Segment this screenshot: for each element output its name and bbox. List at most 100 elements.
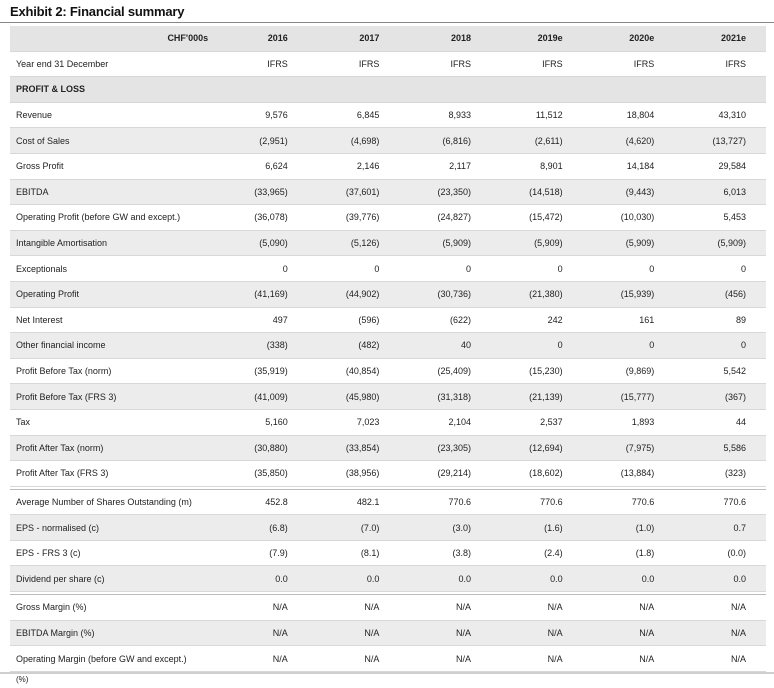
row-label: Dividend per share (c) bbox=[10, 565, 217, 593]
standard-cell: IFRS bbox=[399, 51, 492, 78]
value-cell: (40,854) bbox=[307, 358, 400, 385]
value-cell: (5,126) bbox=[307, 230, 400, 257]
value-cell: (5,909) bbox=[674, 230, 766, 257]
value-cell: (35,919) bbox=[216, 358, 308, 385]
value-cell: N/A bbox=[216, 645, 308, 672]
title-divider bbox=[0, 22, 774, 23]
value-cell: 0 bbox=[491, 255, 583, 282]
value-cell: 242 bbox=[491, 307, 583, 334]
row-label: Profit Before Tax (norm) bbox=[10, 358, 217, 385]
table-row: Average Number of Shares Outstanding (m)… bbox=[10, 489, 766, 516]
value-cell: 770.6 bbox=[582, 489, 675, 516]
value-cell: (41,009) bbox=[216, 383, 308, 410]
standard-cell: IFRS bbox=[674, 51, 766, 78]
value-cell: (2,951) bbox=[216, 127, 308, 154]
value-cell: 0.0 bbox=[491, 565, 583, 593]
value-cell: (9,443) bbox=[582, 179, 675, 206]
value-cell: 5,160 bbox=[216, 409, 308, 436]
standard-cell: IFRS bbox=[307, 51, 400, 78]
value-cell: N/A bbox=[399, 645, 492, 672]
value-cell: N/A bbox=[674, 594, 766, 621]
value-cell: (7.0) bbox=[307, 514, 400, 541]
value-cell: (0.0) bbox=[674, 540, 766, 567]
value-cell: 0 bbox=[307, 255, 400, 282]
table-row: Dividend per share (c) 0.0 0.0 0.0 0.0 0.0 0.0 bbox=[10, 565, 766, 593]
year-end-row: Year end 31 December IFRS IFRS IFRS IFRS… bbox=[10, 51, 766, 78]
value-cell: (18,602) bbox=[491, 460, 583, 487]
value-cell: (2.4) bbox=[491, 540, 583, 567]
value-cell: (9,869) bbox=[582, 358, 675, 385]
row-label: Operating Profit bbox=[10, 281, 217, 308]
value-cell: 0 bbox=[491, 332, 583, 359]
value-cell: 0 bbox=[582, 255, 675, 282]
value-cell: 29,584 bbox=[674, 153, 766, 180]
value-cell: (23,305) bbox=[399, 435, 492, 462]
table-row: Profit Before Tax (FRS 3) (41,009) (45,980… bbox=[10, 383, 766, 410]
value-cell: 0 bbox=[399, 255, 492, 282]
value-cell: (31,318) bbox=[399, 383, 492, 410]
table-row: Cost of Sales (2,951) (4,698) (6,816) (2,611… bbox=[10, 127, 766, 154]
table-row: Gross Profit 6,624 2,146 2,117 8,901 14,184 29… bbox=[10, 153, 766, 180]
value-cell: (367) bbox=[674, 383, 766, 410]
row-label: EPS - FRS 3 (c) bbox=[10, 540, 217, 567]
table-row: Operating Margin (before GW and except.)… bbox=[10, 645, 766, 672]
standard-cell: IFRS bbox=[491, 51, 583, 78]
value-cell: (12,694) bbox=[491, 435, 583, 462]
value-cell: (15,777) bbox=[582, 383, 675, 410]
value-cell: (45,980) bbox=[307, 383, 400, 410]
year-header: 2021e bbox=[674, 26, 766, 52]
value-cell: (33,965) bbox=[216, 179, 308, 206]
value-cell: 0.0 bbox=[399, 565, 492, 593]
value-cell: 0 bbox=[674, 332, 766, 359]
value-cell: 5,586 bbox=[674, 435, 766, 462]
row-label: Cost of Sales bbox=[10, 127, 217, 154]
value-cell: 482.1 bbox=[307, 489, 400, 516]
row-label: Tax bbox=[10, 409, 217, 436]
value-cell: 11,512 bbox=[491, 102, 583, 129]
value-cell: 0 bbox=[582, 332, 675, 359]
bottom-divider bbox=[0, 672, 774, 674]
value-cell: N/A bbox=[216, 594, 308, 621]
value-cell: (38,956) bbox=[307, 460, 400, 487]
value-cell: (3.0) bbox=[399, 514, 492, 541]
value-cell: (7.9) bbox=[216, 540, 308, 567]
table-row: Profit After Tax (norm) (30,880) (33,854)(… bbox=[10, 435, 766, 462]
value-cell: N/A bbox=[307, 620, 400, 647]
value-cell: N/A bbox=[674, 620, 766, 647]
value-cell: 2,146 bbox=[307, 153, 400, 180]
value-cell: N/A bbox=[307, 594, 400, 621]
value-cell: 18,804 bbox=[582, 102, 675, 129]
value-cell: 5,542 bbox=[674, 358, 766, 385]
value-cell: N/A bbox=[674, 645, 766, 672]
value-cell: 2,104 bbox=[399, 409, 492, 436]
row-label: Gross Profit bbox=[10, 153, 217, 180]
header-row: CHF'000s 2016 2017 2018 2019e 2020e 2021… bbox=[10, 26, 766, 52]
value-cell: (482) bbox=[307, 332, 400, 359]
value-cell: 497 bbox=[216, 307, 308, 334]
value-cell: (13,884) bbox=[582, 460, 675, 487]
row-label: Revenue bbox=[10, 102, 217, 129]
value-cell: (24,827) bbox=[399, 204, 492, 231]
value-cell: 14,184 bbox=[582, 153, 675, 180]
value-cell: (15,472) bbox=[491, 204, 583, 231]
row-label: Year end 31 December bbox=[10, 51, 217, 78]
value-cell: (23,350) bbox=[399, 179, 492, 206]
table-row: Net Interest 497 (596) (622) 242 161 89 bbox=[10, 307, 766, 334]
value-cell: 89 bbox=[674, 307, 766, 334]
table-row: Intangible Amortisation (5,090) (5,126) (5,… bbox=[10, 230, 766, 257]
value-cell: (7,975) bbox=[582, 435, 675, 462]
row-label: Gross Margin (%) bbox=[10, 594, 217, 621]
value-cell: 2,537 bbox=[491, 409, 583, 436]
value-cell: (1.8) bbox=[582, 540, 675, 567]
value-cell: (338) bbox=[216, 332, 308, 359]
value-cell: N/A bbox=[582, 620, 675, 647]
value-cell: (323) bbox=[674, 460, 766, 487]
row-label: Profit After Tax (FRS 3) bbox=[10, 460, 217, 487]
value-cell: (21,139) bbox=[491, 383, 583, 410]
value-cell: 8,901 bbox=[491, 153, 583, 180]
value-cell: (33,854) bbox=[307, 435, 400, 462]
row-label: Intangible Amortisation bbox=[10, 230, 217, 257]
value-cell: (5,909) bbox=[399, 230, 492, 257]
financial-summary-table: CHF'000s 2016 2017 2018 2019e 2020e 2021… bbox=[10, 26, 766, 688]
row-label: Operating Profit (before GW and except.) bbox=[10, 204, 217, 231]
